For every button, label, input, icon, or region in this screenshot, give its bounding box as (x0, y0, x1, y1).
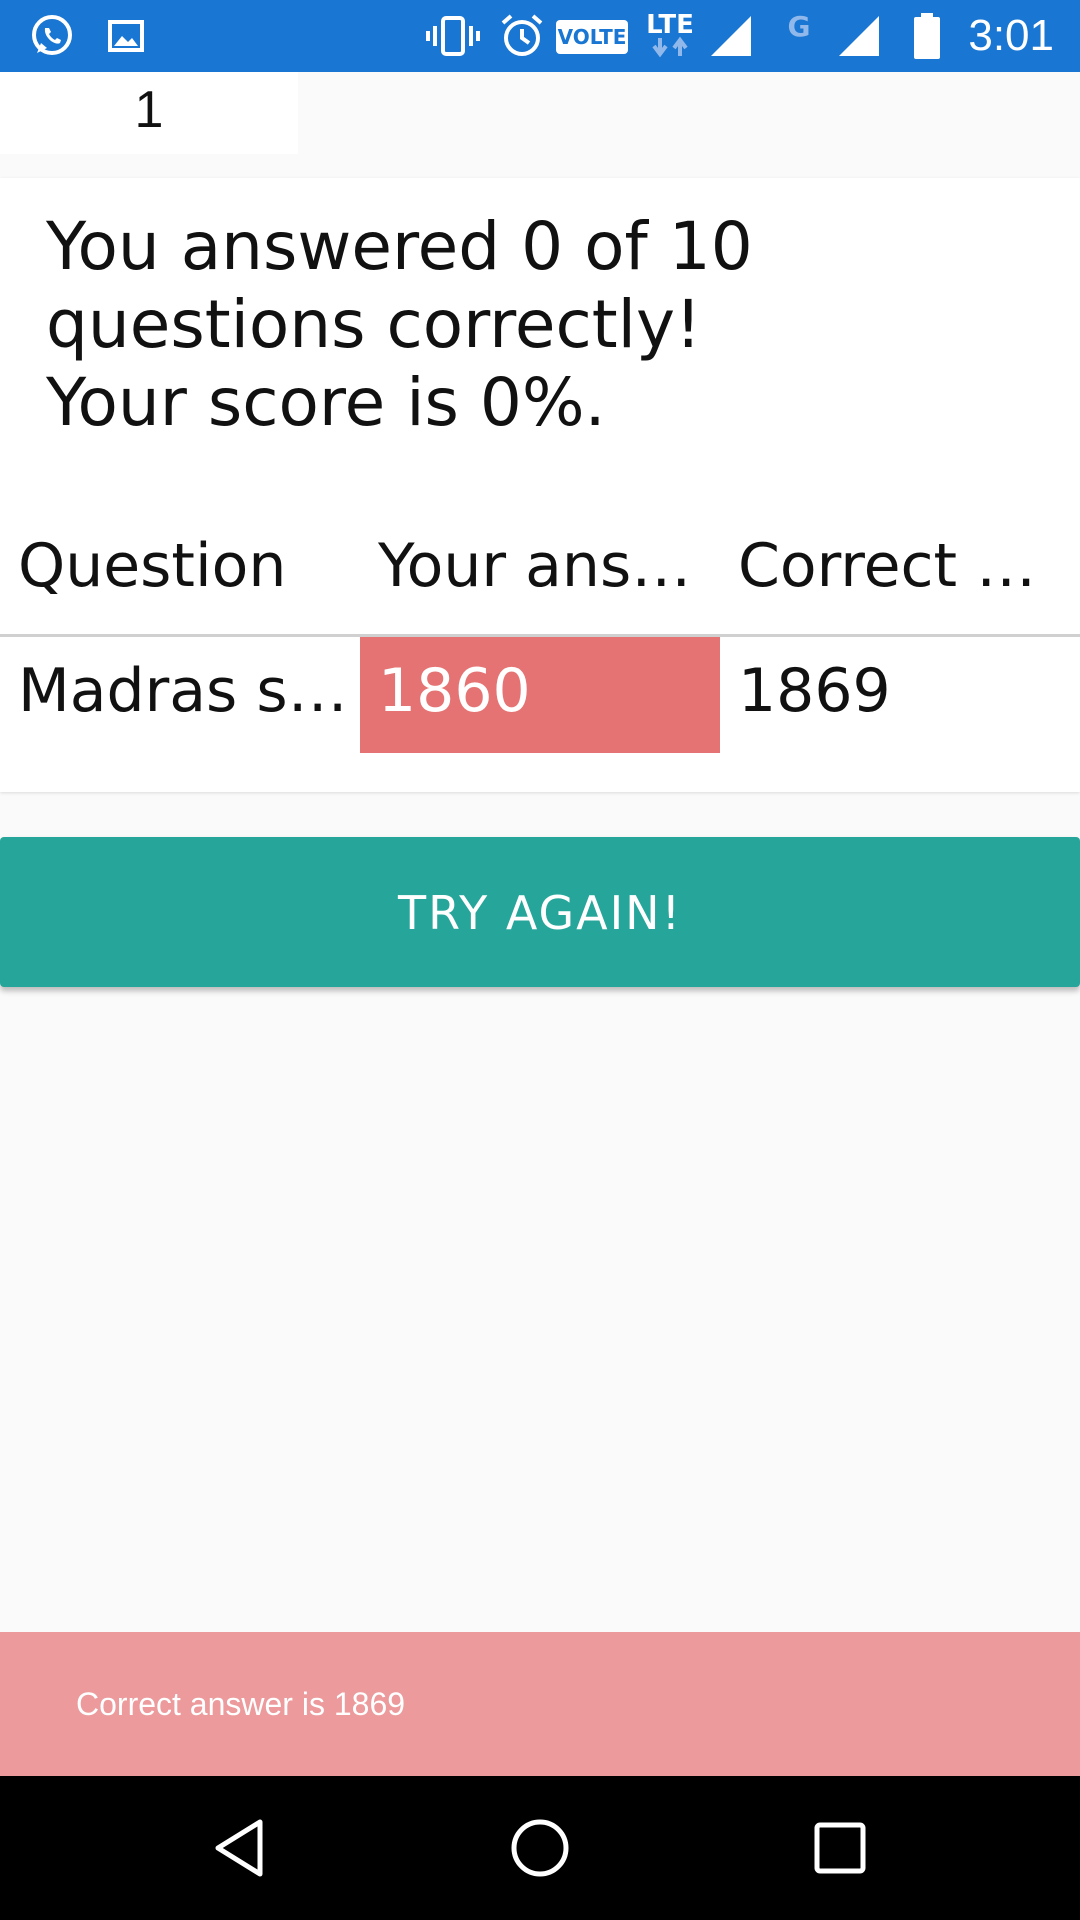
quiz-results-screen: VOLTE LTE G 3:01 1 You answered 0 of 10 (0, 0, 1080, 1920)
score-summary: You answered 0 of 10 questions correctly… (46, 208, 1046, 442)
table-header-row: Question Your ans… Correct a… (0, 498, 1080, 637)
alarm-icon (498, 12, 546, 60)
table-row[interactable]: Madras st… 1860 1869 (0, 637, 1080, 753)
gallery-icon (104, 12, 148, 60)
volte-icon: VOLTE (556, 20, 628, 54)
header-your-answer[interactable]: Your ans… (360, 498, 720, 634)
score-line-1: You answered 0 of 10 (46, 208, 753, 285)
battery-icon (910, 12, 944, 60)
score-line-2: questions correctly! (46, 286, 702, 363)
recents-icon[interactable] (790, 1798, 890, 1898)
header-correct-answer[interactable]: Correct a… (720, 498, 1080, 634)
clock-time: 3:01 (968, 11, 1054, 60)
home-icon[interactable] (490, 1798, 590, 1898)
try-again-button[interactable]: TRY AGAIN! (0, 837, 1080, 987)
toast-text: Correct answer is 1869 (76, 1686, 406, 1722)
question-cell: Madras st… (18, 656, 360, 726)
signal-icon (706, 12, 756, 60)
results-table: Question Your ans… Correct a… Madras st…… (0, 498, 1080, 753)
status-bar: VOLTE LTE G 3:01 (0, 0, 1080, 72)
navigation-bar (0, 1776, 1080, 1920)
signal-icon (834, 12, 884, 60)
back-icon[interactable] (190, 1798, 290, 1898)
whatsapp-icon (26, 12, 78, 60)
lte-icon: LTE (642, 10, 698, 58)
g-network-label: G (787, 10, 811, 43)
header-question[interactable]: Question (0, 498, 360, 634)
results-card: You answered 0 of 10 questions correctly… (0, 178, 1080, 792)
vibrate-icon (424, 12, 482, 60)
your-answer-cell: 1860 (360, 637, 720, 753)
correct-answer-cell: 1869 (738, 656, 891, 726)
score-line-3: Your score is 0%. (46, 364, 606, 441)
toast-message: Correct answer is 1869 (0, 1632, 1080, 1776)
page-number-tab[interactable]: 1 (0, 72, 298, 154)
